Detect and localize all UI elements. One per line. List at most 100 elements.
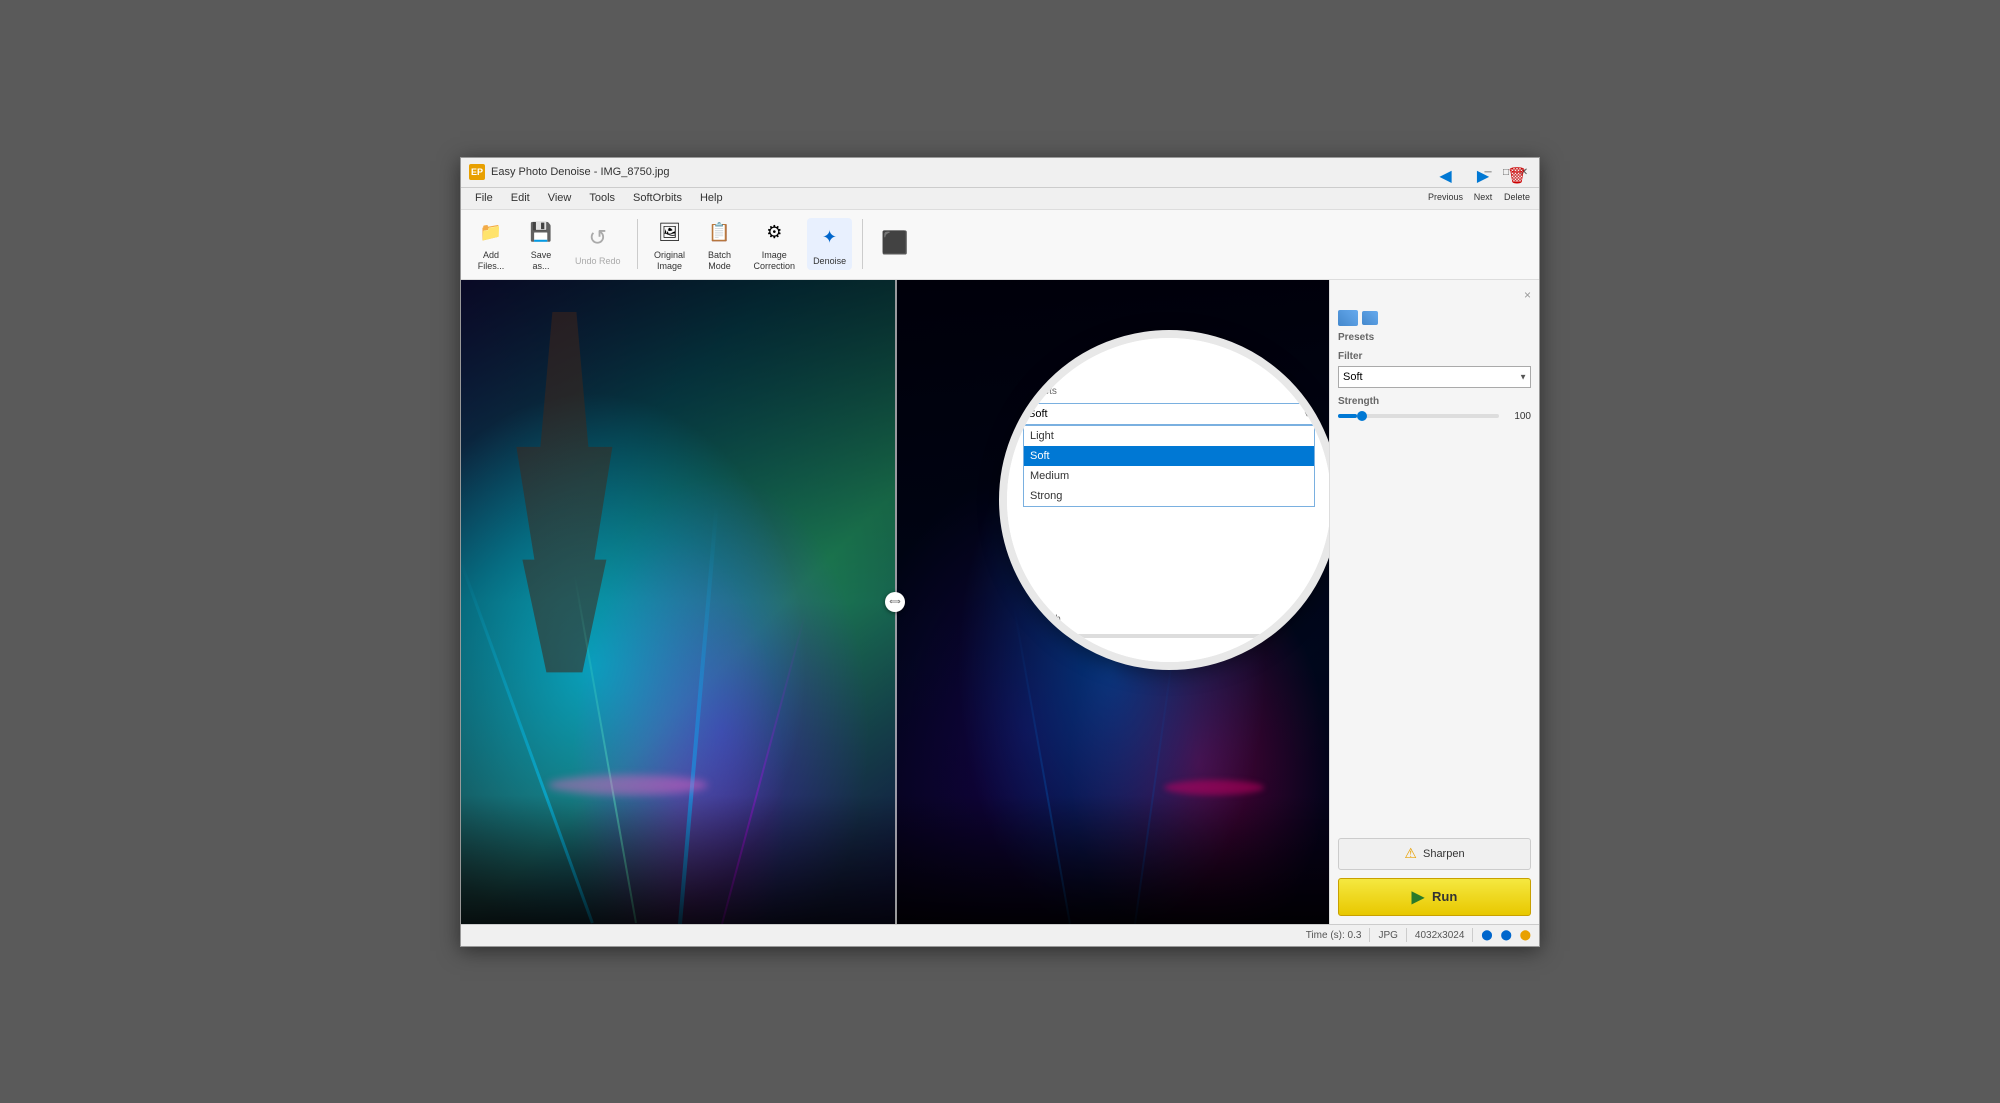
- mag-option-soft[interactable]: Soft: [1024, 446, 1314, 466]
- undo-button[interactable]: ↺ Undo Redo: [569, 218, 627, 271]
- image-correction-icon: ⚙: [758, 216, 790, 248]
- sharpen-label: Sharpen: [1423, 848, 1465, 860]
- mag-dropdown-arrow: ▼: [1303, 409, 1311, 418]
- mag-option-light[interactable]: Light: [1024, 426, 1314, 446]
- status-indicator-1: ⬤: [1481, 930, 1492, 941]
- original-image-label: OriginalImage: [654, 250, 685, 272]
- strength-slider-row: 100: [1338, 411, 1531, 422]
- right-panel: × Presets Filter Light Soft Medium: [1329, 280, 1539, 924]
- app-icon: EP: [469, 164, 485, 180]
- save-as-icon: 💾: [525, 216, 557, 248]
- status-sep-3: [1472, 928, 1473, 942]
- menu-softorbits[interactable]: SoftOrbits: [625, 190, 690, 206]
- extra-icon: ⬛: [879, 227, 911, 259]
- denoise-button[interactable]: ✦ Denoise: [807, 218, 852, 271]
- menu-view[interactable]: View: [540, 190, 580, 206]
- add-files-label: AddFiles...: [478, 250, 505, 272]
- next-button[interactable]: ▶ Next: [1469, 162, 1497, 202]
- strength-section: Strength 100: [1338, 396, 1531, 422]
- mag-filter-dropdown[interactable]: Soft ▼ Light Soft Medium Strong: [1023, 403, 1315, 425]
- original-image-icon: 🖼: [654, 216, 686, 248]
- mag-slider-track[interactable]: [1023, 634, 1277, 638]
- status-time: Time (s): 0.3: [1306, 930, 1362, 941]
- strength-value: 100: [1503, 411, 1531, 422]
- sharpen-button[interactable]: ⚠ Sharpen: [1338, 838, 1531, 870]
- filter-dropdown[interactable]: Light Soft Medium Strong: [1338, 366, 1531, 388]
- title-bar: EP Easy Photo Denoise - IMG_8750.jpg ◀ P…: [461, 158, 1539, 188]
- image-panel: ⟺ Presets Soft ▼: [461, 280, 1329, 924]
- mag-option-strong[interactable]: Strong: [1024, 486, 1314, 506]
- menu-tools[interactable]: Tools: [581, 190, 623, 206]
- save-as-label: Saveas...: [531, 250, 552, 272]
- run-icon: ▶: [1412, 887, 1424, 907]
- nav-bar: ◀ Previous ▶ Next 🗑 Delete: [1428, 162, 1531, 202]
- filter-dropdown-wrapper: Light Soft Medium Strong ▼: [1338, 366, 1531, 388]
- magnifier-content: Presets Soft ▼ Light Soft Medium Strong: [1007, 338, 1329, 662]
- magnifier-overlay: Presets Soft ▼ Light Soft Medium Strong: [999, 330, 1329, 670]
- delete-button[interactable]: 🗑 Delete: [1503, 162, 1531, 202]
- mag-preset-label: Presets: [1023, 386, 1315, 397]
- save-as-button[interactable]: 💾 Saveas...: [519, 212, 563, 276]
- status-indicator-3: ⬤: [1520, 930, 1531, 941]
- mag-selected-value: Soft: [1028, 408, 1048, 420]
- run-label: Run: [1432, 889, 1457, 904]
- filter-label: Filter: [1338, 351, 1531, 362]
- status-dimensions: 4032x3024: [1415, 930, 1465, 941]
- next-icon: ▶: [1469, 162, 1497, 190]
- delete-icon: 🗑: [1503, 162, 1531, 190]
- menu-help[interactable]: Help: [692, 190, 731, 206]
- run-button[interactable]: ▶ Run: [1338, 878, 1531, 916]
- delete-label: Delete: [1504, 192, 1530, 202]
- mag-dropdown-options: Light Soft Medium Strong: [1023, 425, 1315, 507]
- strength-label: Strength: [1338, 396, 1531, 407]
- extra-button[interactable]: ⬛: [873, 223, 917, 265]
- presets-label: Presets: [1338, 332, 1531, 343]
- sharpen-warn-icon: ⚠: [1404, 845, 1417, 862]
- undo-icon: ↺: [582, 222, 614, 254]
- image-correction-label: ImageCorrection: [754, 250, 796, 272]
- presets-icon-2: [1362, 311, 1378, 325]
- status-bar: Time (s): 0.3 JPG 4032x3024 ⬤ ⬤ ⬤: [461, 924, 1539, 946]
- status-sep-1: [1369, 928, 1370, 942]
- original-image-view: [461, 280, 895, 924]
- image-correction-button[interactable]: ⚙ ImageCorrection: [748, 212, 802, 276]
- strength-slider-thumb[interactable]: [1357, 411, 1367, 421]
- original-image-button[interactable]: 🖼 OriginalImage: [648, 212, 692, 276]
- panel-spacer: [1338, 430, 1531, 830]
- batch-mode-label: BatchMode: [708, 250, 731, 272]
- status-sep-2: [1406, 928, 1407, 942]
- batch-mode-icon: 📋: [704, 216, 736, 248]
- previous-label: Previous: [1428, 192, 1463, 202]
- next-label: Next: [1474, 192, 1493, 202]
- batch-mode-button[interactable]: 📋 BatchMode: [698, 212, 742, 276]
- status-format: JPG: [1378, 930, 1397, 941]
- previous-icon: ◀: [1431, 162, 1459, 190]
- window-title: Easy Photo Denoise - IMG_8750.jpg: [491, 166, 1481, 178]
- toolbar: 📁 AddFiles... 💾 Saveas... ↺ Undo Redo 🖼 …: [461, 210, 1539, 280]
- mag-strength-label: Strength: [1023, 614, 1315, 625]
- status-indicator-2: ⬤: [1501, 930, 1512, 941]
- menu-edit[interactable]: Edit: [503, 190, 538, 206]
- toolbar-separator-1: [637, 219, 638, 269]
- add-files-button[interactable]: 📁 AddFiles...: [469, 212, 513, 276]
- panel-close-button[interactable]: ×: [1524, 288, 1531, 302]
- strength-slider-track[interactable]: [1338, 414, 1499, 418]
- previous-button[interactable]: ◀ Previous: [1428, 162, 1463, 202]
- presets-section: Presets: [1338, 310, 1531, 343]
- toolbar-separator-2: [862, 219, 863, 269]
- mag-option-medium[interactable]: Medium: [1024, 466, 1314, 486]
- add-files-icon: 📁: [475, 216, 507, 248]
- menu-file[interactable]: File: [467, 190, 501, 206]
- menu-bar: File Edit View Tools SoftOrbits Help: [461, 188, 1539, 210]
- denoise-label: Denoise: [813, 256, 846, 267]
- presets-icon-row: [1338, 310, 1531, 326]
- denoise-icon: ✦: [814, 222, 846, 254]
- main-area: ⟺ Presets Soft ▼: [461, 280, 1539, 924]
- mag-slider-thumb[interactable]: [1048, 631, 1058, 641]
- mag-dropdown-trigger[interactable]: Soft ▼: [1023, 403, 1315, 425]
- undo-label: Undo Redo: [575, 256, 621, 267]
- presets-icon: [1338, 310, 1358, 326]
- status-right: Time (s): 0.3 JPG 4032x3024 ⬤ ⬤ ⬤: [1306, 928, 1531, 942]
- split-handle[interactable]: ⟺: [885, 592, 905, 612]
- app-window: EP Easy Photo Denoise - IMG_8750.jpg ◀ P…: [460, 157, 1540, 947]
